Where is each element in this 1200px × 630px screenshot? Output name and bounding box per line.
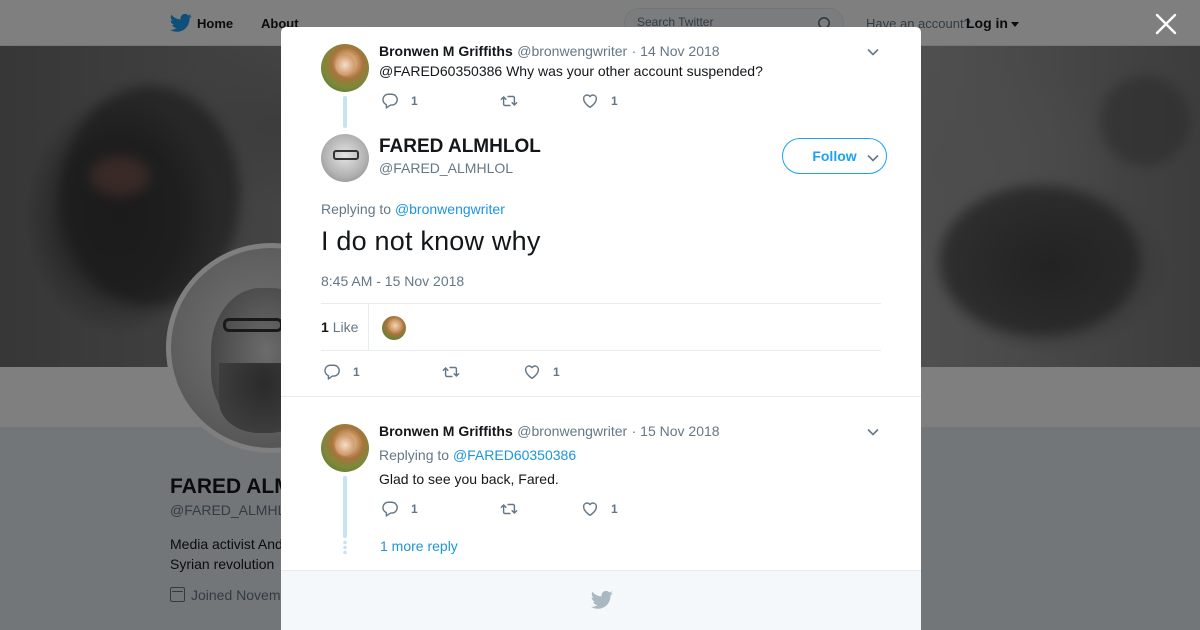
more-replies-link[interactable]: 1 more reply [380,538,458,554]
retweet-icon [500,503,518,515]
tweet-header: Bronwen M Griffiths @bronwengwriter · 15… [379,423,720,441]
author-name[interactable]: FARED ALMHLOL [379,136,541,158]
reply-action[interactable]: 1 [323,363,360,381]
thread-connector [343,96,347,128]
like-action[interactable]: 1 [581,92,618,110]
tweet-stats: 1 Like [321,303,881,351]
replying-to-link[interactable]: @FARED60350386 [453,447,576,463]
retweet-icon [442,366,460,378]
likes-stat[interactable]: 1 Like [321,319,358,335]
heart-icon [582,502,598,517]
chevron-down-icon[interactable] [866,425,880,439]
liker-avatar[interactable] [382,316,406,340]
retweet-action[interactable] [500,92,530,110]
replying-to: Replying to @FARED60350386 [379,447,576,463]
like-count: 1 [553,365,560,379]
tweet-modal: Bronwen M Griffiths @bronwengwriter · 14… [281,27,921,630]
author-handle[interactable]: @bronwengwriter [517,423,627,439]
replying-prefix: Replying to [321,201,392,217]
reply-count: 1 [411,502,418,516]
modal-footer [281,570,921,630]
twitter-bird-icon [591,590,613,609]
replying-to: Replying to @bronwengwriter [321,201,505,217]
thread-more-dots [343,540,347,554]
reply-icon [382,93,398,109]
heart-icon [524,365,540,380]
replying-prefix: Replying to [379,447,450,463]
chevron-down-icon[interactable] [866,45,880,59]
divider [281,396,921,397]
stats-divider [368,304,369,351]
likes-stat-label: Like [332,319,359,335]
author-handle[interactable]: @bronwengwriter [517,43,627,59]
tweet-date[interactable]: · 15 Nov 2018 [632,423,720,439]
retweet-icon [500,95,518,107]
tweet-timestamp[interactable]: 8:45 AM - 15 Nov 2018 [321,273,464,289]
reply-icon [324,364,340,380]
reply-count: 1 [411,94,418,108]
retweet-action[interactable] [442,363,472,381]
like-action[interactable]: 1 [581,500,618,518]
avatar[interactable] [321,424,369,472]
author-handle[interactable]: @FARED_ALMHLOL [379,160,513,176]
like-action[interactable]: 1 [523,363,560,381]
reply-action[interactable]: 1 [381,500,418,518]
thread-connector [343,476,347,538]
author-name[interactable]: Bronwen M Griffiths [379,423,513,439]
like-count: 1 [611,502,618,516]
avatar[interactable] [321,134,369,182]
tweet-text: @FARED60350386 Why was your other accoun… [379,63,763,79]
tweet-text: Glad to see you back, Fared. [379,471,559,487]
reply-action[interactable]: 1 [381,92,418,110]
likes-stat-count: 1 [321,319,329,335]
tweet-date[interactable]: · 14 Nov 2018 [632,43,720,59]
tweet-text: I do not know why [321,226,541,256]
chevron-down-icon[interactable] [866,151,880,165]
retweet-action[interactable] [500,500,530,518]
replying-to-link[interactable]: @bronwengwriter [395,201,505,217]
heart-icon [582,94,598,109]
author-name[interactable]: Bronwen M Griffiths [379,43,513,59]
close-icon[interactable] [1154,12,1178,36]
tweet-header: Bronwen M Griffiths @bronwengwriter · 14… [379,43,720,61]
like-count: 1 [611,94,618,108]
avatar[interactable] [321,44,369,92]
reply-count: 1 [353,365,360,379]
reply-icon [382,501,398,517]
